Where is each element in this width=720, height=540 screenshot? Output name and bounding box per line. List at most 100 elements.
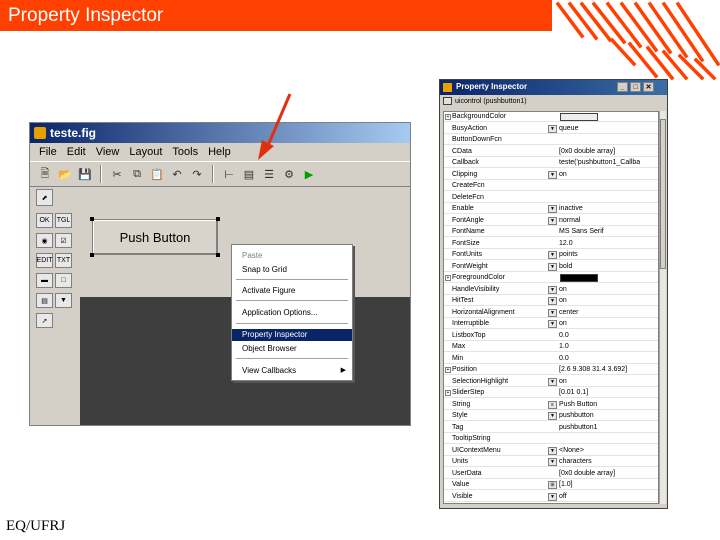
align-objects-icon[interactable]: ⊢: [220, 165, 238, 183]
menu-tools[interactable]: Tools: [167, 146, 203, 158]
menu-item-snap-to-grid[interactable]: Snap to Grid: [232, 264, 352, 276]
property-dropdown-icon[interactable]: ▼: [548, 205, 557, 213]
property-value[interactable]: [0x0 double array]: [559, 469, 656, 479]
property-row[interactable]: TooltipString: [444, 434, 658, 444]
property-row[interactable]: Min 0.0: [444, 354, 658, 364]
color-swatch[interactable]: [560, 113, 598, 121]
property-row[interactable]: CData [0x0 double array]: [444, 147, 658, 157]
property-row[interactable]: HorizontalAlignment ▼ center: [444, 308, 658, 318]
property-dropdown-icon[interactable]: ▼: [548, 262, 557, 271]
menu-layout[interactable]: Layout: [124, 146, 167, 158]
property-value[interactable]: on: [559, 319, 656, 329]
new-file-icon[interactable]: 🗎: [36, 165, 54, 183]
property-value[interactable]: [2.6 9.308 31.4 3.692]: [559, 365, 656, 375]
property-row[interactable]: Visible ▼ off: [444, 492, 658, 502]
listbox-icon[interactable]: ▤: [36, 293, 53, 308]
property-row[interactable]: + SliderStep [0.01 0.1]: [444, 388, 658, 398]
paste-icon[interactable]: 📋: [148, 165, 166, 183]
run-icon[interactable]: ▶: [300, 165, 318, 183]
property-row[interactable]: HandleVisibility ▼ on: [444, 285, 658, 295]
property-row[interactable]: FontName MS Sans Serif: [444, 227, 658, 237]
property-dropdown-icon[interactable]: ≡: [548, 400, 557, 409]
cut-icon[interactable]: ✂: [108, 165, 126, 183]
property-dropdown-icon[interactable]: ▼: [548, 216, 557, 225]
menu-help[interactable]: Help: [203, 146, 236, 158]
property-dropdown-icon[interactable]: ▼: [548, 412, 557, 420]
redo-icon[interactable]: ↷: [188, 165, 206, 183]
property-value[interactable]: MS Sans Serif: [559, 227, 656, 237]
expand-icon[interactable]: +: [445, 367, 451, 373]
property-dropdown-icon[interactable]: ▼: [548, 297, 557, 305]
property-dropdown-icon[interactable]: ▼: [548, 308, 557, 317]
property-row[interactable]: Max 1.0: [444, 342, 658, 352]
property-value[interactable]: [1.0]: [559, 480, 656, 490]
property-value[interactable]: pushbutton: [559, 411, 656, 421]
property-value[interactable]: Push Button: [559, 400, 656, 410]
inspector-title-bar[interactable]: Property Inspector _ □ ✕: [440, 80, 667, 95]
property-row[interactable]: Style ▼ pushbutton: [444, 411, 658, 421]
property-dropdown-icon[interactable]: ▼: [548, 458, 557, 466]
property-value[interactable]: normal: [559, 216, 656, 226]
property-value[interactable]: 0.0: [559, 331, 656, 341]
property-row[interactable]: FontAngle ▼ normal: [444, 216, 658, 226]
property-row[interactable]: String ≡ Push Button: [444, 400, 658, 410]
property-dropdown-icon[interactable]: ▼: [548, 285, 557, 294]
property-row[interactable]: + ForegroundColor: [444, 273, 658, 283]
property-row[interactable]: FontUnits ▼ points: [444, 250, 658, 260]
menu-item-paste[interactable]: Paste: [232, 250, 352, 262]
property-value[interactable]: on: [559, 296, 656, 306]
property-value[interactable]: pushbutton1: [559, 423, 656, 433]
checkbox-icon[interactable]: ☑: [55, 233, 72, 248]
copy-icon[interactable]: ⧉: [128, 165, 146, 183]
menu-item-property-inspector[interactable]: Property Inspector: [232, 329, 352, 341]
property-row[interactable]: CreateFcn: [444, 181, 658, 191]
property-value[interactable]: queue: [559, 124, 656, 134]
property-row[interactable]: Enable ▼ inactive: [444, 204, 658, 214]
toggle-button-icon[interactable]: TGL: [55, 213, 72, 228]
expand-icon[interactable]: +: [445, 114, 451, 120]
property-row[interactable]: HitTest ▼ on: [444, 296, 658, 306]
menu-editor-icon[interactable]: ▤: [240, 165, 258, 183]
static-text-icon[interactable]: TXT: [55, 253, 72, 268]
save-icon[interactable]: 💾: [76, 165, 94, 183]
property-value[interactable]: inactive: [559, 204, 656, 214]
property-dropdown-icon[interactable]: ▼: [548, 124, 557, 133]
ok-button-icon[interactable]: OK: [36, 213, 53, 228]
property-dropdown-icon[interactable]: ▼: [548, 377, 557, 386]
property-dropdown-icon[interactable]: ▼: [548, 251, 557, 259]
property-dropdown-icon[interactable]: ⊞: [548, 481, 557, 489]
property-row[interactable]: FontWeight ▼ bold: [444, 262, 658, 272]
property-row[interactable]: BusyAction ▼ queue: [444, 124, 658, 134]
property-row[interactable]: ButtonDownFcn: [444, 135, 658, 145]
property-row[interactable]: + BackgroundColor: [444, 112, 658, 122]
property-row[interactable]: Tag pushbutton1: [444, 423, 658, 433]
menu-edit[interactable]: Edit: [62, 146, 91, 158]
property-row[interactable]: FontSize 12.0: [444, 239, 658, 249]
property-value[interactable]: [0x0 double array]: [559, 147, 656, 157]
resize-handle[interactable]: [90, 253, 94, 257]
resize-handle[interactable]: [216, 253, 220, 257]
property-value[interactable]: 1.0: [559, 342, 656, 352]
property-row[interactable]: ListboxTop 0.0: [444, 331, 658, 341]
property-dropdown-icon[interactable]: ▼: [548, 446, 557, 455]
property-row[interactable]: + Position [2.6 9.308 31.4 3.692]: [444, 365, 658, 375]
expand-icon[interactable]: +: [445, 390, 451, 396]
property-value[interactable]: points: [559, 250, 656, 260]
property-row[interactable]: DeleteFcn: [444, 193, 658, 203]
property-value[interactable]: bold: [559, 262, 656, 272]
property-dropdown-icon[interactable]: ▼: [548, 492, 557, 501]
axes-icon[interactable]: ➚: [36, 313, 53, 328]
maximize-icon[interactable]: □: [630, 82, 641, 92]
property-row[interactable]: SelectionHighlight ▼ on: [444, 377, 658, 387]
popup-menu-icon[interactable]: ▼: [55, 293, 72, 308]
menu-view[interactable]: View: [91, 146, 125, 158]
property-value[interactable]: center: [559, 308, 656, 318]
edit-text-icon[interactable]: EDIT: [36, 253, 53, 268]
push-button-component[interactable]: Push Button: [92, 219, 218, 255]
property-value[interactable]: [0.01 0.1]: [559, 388, 656, 398]
resize-handle[interactable]: [216, 217, 220, 221]
slider-icon[interactable]: ▬: [36, 273, 53, 288]
property-row[interactable]: Interruptible ▼ on: [444, 319, 658, 329]
property-value[interactable]: on: [559, 285, 656, 295]
property-value[interactable]: 12.0: [559, 239, 656, 249]
